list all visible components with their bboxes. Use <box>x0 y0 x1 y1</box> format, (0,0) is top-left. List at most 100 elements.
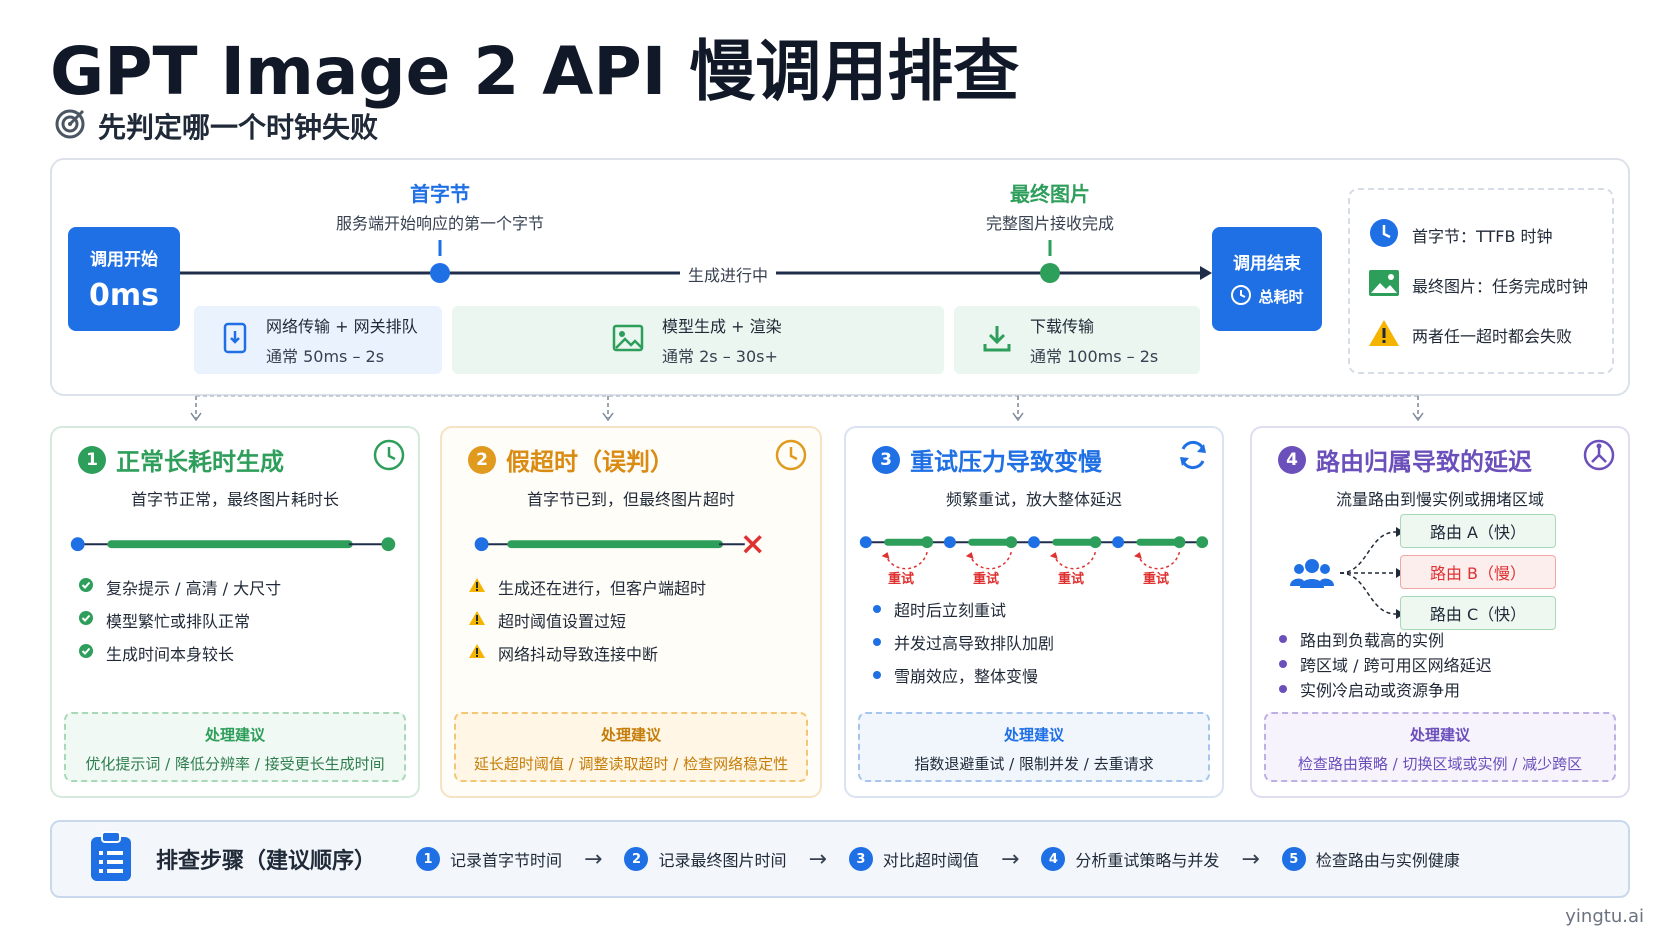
list-item: 模型繁忙或排队正常 <box>78 603 281 636</box>
first-byte-desc: 服务端开始响应的第一个字节 <box>335 214 544 233</box>
legend-item-final: 最终图片：任务完成时钟 <box>1368 260 1612 310</box>
retry-label: 重试 <box>1058 572 1085 587</box>
retry-start-dot <box>943 536 956 549</box>
advice-text: 检查路由策略 / 切换区域或实例 / 减少跨区 <box>1297 755 1583 773</box>
image-icon <box>1368 269 1400 301</box>
list-item: 复杂提示 / 高清 / 大尺寸 <box>78 570 281 603</box>
retry-end-dot <box>1005 536 1018 549</box>
check-icon <box>78 577 94 597</box>
arrow-right-icon: → <box>1000 846 1020 872</box>
retry-final-dot <box>1196 536 1209 549</box>
phase-desc: 通常 2s – 30s+ <box>662 347 778 366</box>
retry-start-dot <box>1112 536 1125 549</box>
advice-box: 处理建议 检查路由策略 / 切换区域或实例 / 减少跨区 <box>1264 712 1616 782</box>
card-header: 1 正常长耗时生成 <box>78 442 284 477</box>
refresh-icon <box>1176 438 1210 476</box>
advice-title: 处理建议 <box>204 726 265 744</box>
advice-title: 处理建议 <box>600 726 661 744</box>
phase-title: 网络传输 + 网关排队 <box>266 317 418 336</box>
card-retry-pressure: 3 重试压力导致变慢 频繁重试，放大整体延迟 重试 重试 重试 重试 超时后立刻重试 … <box>844 426 1224 798</box>
retry-start-dot <box>1028 536 1040 549</box>
call-start-box: 调用开始 0ms <box>68 227 180 331</box>
bullet-dot <box>1278 654 1288 673</box>
advice-box: 处理建议 延长超时阈值 / 调整读取超时 / 检查网络稳定性 <box>454 712 808 782</box>
phone-network-icon <box>222 322 248 358</box>
first-byte-dot <box>430 263 450 283</box>
clipboard-icon <box>88 831 134 887</box>
list-item: 雪崩效应，整体变慢 <box>872 658 1054 691</box>
step-item: 1 记录首字节时间 <box>416 847 562 871</box>
route-a: 路由 A（快） <box>1400 514 1556 548</box>
total-time-label: 总耗时 <box>1258 288 1304 306</box>
card-number: 4 <box>1278 445 1306 474</box>
card-bullets: 生成还在进行，但客户端超时 超时阈值设置过短 网络抖动导致连接中断 <box>468 570 706 669</box>
warning-icon <box>468 643 486 663</box>
legend-text: 两者任一超时都会失败 <box>1412 327 1573 346</box>
arrow-right-icon: → <box>1241 846 1260 872</box>
bullet-dot <box>872 665 882 684</box>
card-bullets: 复杂提示 / 高清 / 大尺寸 模型繁忙或排队正常 生成时间本身较长 <box>78 570 281 669</box>
phase-desc: 通常 100ms – 2s <box>1030 347 1159 366</box>
retry-arrowhead <box>881 552 890 560</box>
card-routing-delay: 4 路由归属导致的延迟 流量路由到慢实例或拥堵区域 路由 A（快） 路由 B（慢… <box>1250 426 1630 798</box>
retry-label: 重试 <box>973 572 1000 587</box>
card-title: 假超时（误判） <box>506 448 674 476</box>
arrow-right-icon: → <box>808 846 827 872</box>
advice-title: 处理建议 <box>1409 726 1470 744</box>
phase-generation: 模型生成 + 渲染 通常 2s – 30s+ <box>452 306 944 374</box>
card-title: 重试压力导致变慢 <box>910 448 1102 476</box>
clock-icon <box>774 438 808 476</box>
final-image-desc: 完整图片接收完成 <box>985 214 1114 233</box>
retry-arc <box>884 551 928 570</box>
final-image-dot <box>1040 263 1060 283</box>
steps-list: 1 记录首字节时间 → 2 记录最终图片时间 → 3 对比超时阈值 → 4 分析重试策略… <box>416 847 1460 872</box>
phase-download: 下载传输 通常 100ms – 2s <box>954 306 1200 374</box>
call-end-box: 调用结束 总耗时 <box>1212 227 1322 331</box>
card-header: 3 重试压力导致变慢 <box>872 442 1102 477</box>
phase-title: 下载传输 <box>1030 317 1095 336</box>
phase-desc: 通常 50ms – 2s <box>266 347 385 366</box>
retry-arc <box>1137 551 1181 570</box>
bullet-dot <box>872 632 882 651</box>
call-start-label: 调用开始 <box>90 250 158 270</box>
step-item: 2 记录最终图片时间 <box>624 847 786 871</box>
phase-network: 网络传输 + 网关排队 通常 50ms – 2s <box>194 306 442 374</box>
clock-icon <box>1368 217 1400 253</box>
route-b: 路由 B（慢） <box>1400 555 1556 589</box>
check-icon <box>78 643 94 663</box>
card-bullets: 路由到负载高的实例 跨区域 / 跨可用区网络延迟 实例冷启动或资源争用 <box>1278 626 1492 701</box>
watermark: yingtu.ai <box>1565 906 1644 927</box>
route-icon <box>1582 438 1616 476</box>
card-header: 4 路由归属导致的延迟 <box>1278 442 1532 477</box>
advice-box: 处理建议 优化提示词 / 降低分辨率 / 接受更长生成时间 <box>64 712 406 782</box>
card-subtitle: 频繁重试，放大整体延迟 <box>945 490 1122 509</box>
advice-title: 处理建议 <box>1003 726 1064 744</box>
call-start-value: 0ms <box>89 278 159 313</box>
list-item: 跨区域 / 跨可用区网络延迟 <box>1278 651 1492 676</box>
card-title: 正常长耗时生成 <box>116 448 284 476</box>
progress-label: 生成进行中 <box>680 262 777 286</box>
card-normal-long: 1 正常长耗时生成 首字节正常，最终图片耗时长 复杂提示 / 高清 / 大尺寸 … <box>50 426 420 798</box>
card-title: 路由归属导致的延迟 <box>1316 448 1532 476</box>
card-number: 2 <box>468 445 496 474</box>
warning-icon <box>468 610 486 630</box>
list-item: 生成还在进行，但客户端超时 <box>468 570 706 603</box>
warning-icon <box>468 577 486 597</box>
card-bullets: 超时后立刻重试 并发过高导致排队加剧 雪崩效应，整体变慢 <box>872 592 1054 691</box>
retry-label: 重试 <box>888 572 915 587</box>
card-header: 2 假超时（误判） <box>468 442 674 477</box>
card-subtitle: 流量路由到慢实例或拥堵区域 <box>1335 490 1544 509</box>
download-icon <box>982 323 1012 357</box>
legend-item-ttfb: 首字节：TTFB 时钟 <box>1368 210 1612 260</box>
list-item: 路由到负载高的实例 <box>1278 626 1492 651</box>
step-item: 3 对比超时阈值 <box>848 847 979 871</box>
steps-title: 排查步骤（建议顺序） <box>156 849 377 874</box>
card-false-timeout: 2 假超时（误判） 首字节已到，但最终图片超时 生成还在进行，但客户端超时 超时… <box>440 426 822 798</box>
users-icon <box>1290 556 1334 594</box>
retry-end-dot <box>1089 536 1102 549</box>
clock-icon <box>1230 284 1252 310</box>
retry-end-dot <box>921 536 934 549</box>
card-subtitle: 首字节正常，最终图片耗时长 <box>130 490 339 509</box>
retry-arc <box>968 551 1012 570</box>
route-arrows <box>1339 527 1404 619</box>
